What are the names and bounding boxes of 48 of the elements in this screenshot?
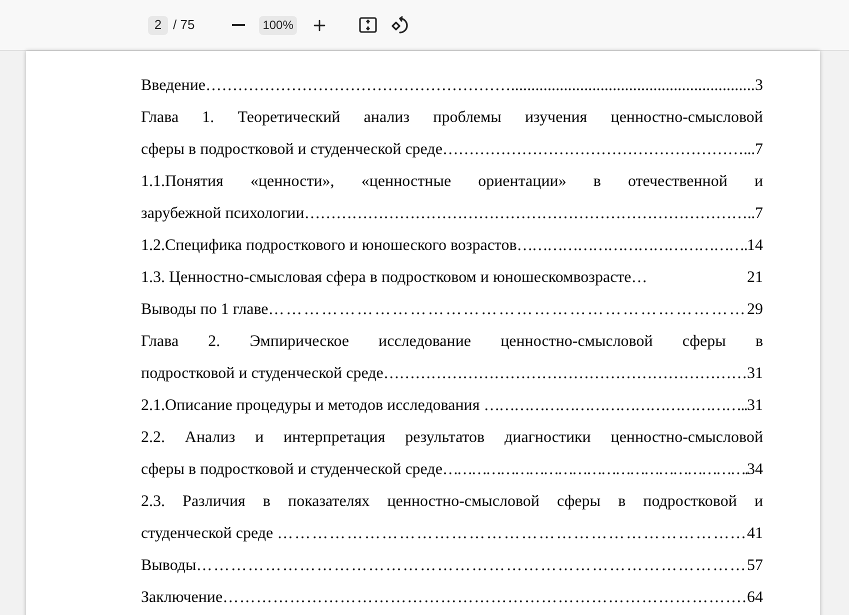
dot-leader: ……………………………………………..	[484, 396, 748, 416]
page-number: 41	[747, 524, 763, 544]
dot-leader: ……………………………………………………………………………………	[196, 556, 747, 576]
toc-entry-title: сферы в подростковой и студенческой среде	[141, 460, 442, 480]
page-number: 64	[747, 588, 763, 608]
fit-page-icon	[359, 17, 378, 33]
page-number: 21	[747, 268, 763, 288]
dot-leader: …………………………………………………...	[442, 140, 756, 160]
toc-entry-line: 2.3. Различия в показателях ценностно-смысловой сферы в подростковой и	[141, 492, 763, 512]
toc-entry-title: Выводы по 1 главе	[141, 300, 268, 320]
page-number-field[interactable]: 2	[148, 16, 168, 34]
page-number: 57	[747, 556, 763, 576]
page-total: / 75	[173, 16, 195, 34]
zoom-level-field[interactable]: 100%	[258, 16, 298, 34]
dot-leader: ……………………………………….	[516, 236, 747, 256]
dot-leader: ……………………………………………………………	[383, 364, 748, 384]
rotate-icon	[391, 16, 410, 34]
dot-leader: …………………………………………………………………………..	[304, 204, 756, 224]
toc-entry-title: Введение	[141, 76, 206, 96]
toc-entry-title: 2.1.Описание процедуры и методов исследования	[141, 396, 481, 416]
toc-entry-title: 1.2.Специфика подросткового и юношеского возрастов	[141, 236, 517, 256]
fit-page-button[interactable]	[357, 14, 380, 36]
toc-entry-title: студенческой среде	[141, 524, 274, 544]
toc-entry-line: 1.1.Понятия «ценности», «ценностные ориентации» в отечественной и	[141, 172, 763, 192]
page-number: 31	[747, 364, 764, 384]
toc-entry-title: Заключение	[141, 588, 223, 608]
page-number: 31	[747, 396, 764, 416]
toc-entry-line: Глава 2. Эмпирическое исследование ценностно-смысловой сферы в	[141, 332, 763, 352]
toc-entry-title: подростковой и студенческой среде	[141, 364, 384, 384]
page-number: 7	[755, 204, 764, 224]
page-number: 34	[747, 460, 764, 480]
dot-leader: ……………………………………………………….	[442, 460, 748, 480]
minus-icon	[232, 24, 246, 26]
toc-entry-title: зарубежной психологии	[141, 204, 304, 224]
toc-entry-title: сферы в подростковой и студенческой среде	[141, 140, 442, 160]
dot-leader: …	[631, 268, 747, 288]
toc-entry-line: 2.2. Анализ и интерпретация результатов диагностики ценностно-смысловой	[141, 428, 763, 448]
page-number: 29	[747, 300, 763, 320]
dot-leader: ……………………………………………………………………...	[277, 524, 747, 544]
dot-leader: ………………………………………………………………………………….	[222, 588, 747, 608]
toc-entry-title: Выводы	[141, 556, 196, 576]
dot-leader: ………………………………………………………………………	[268, 300, 747, 320]
page-number: 3	[755, 76, 763, 96]
dot-leader: …………………………………………………............................................................	[206, 76, 755, 96]
toc-entry-title: 1.3. Ценностно-смысловая сфера в подростковом и юношескомвозрасте	[141, 268, 632, 288]
page-number: 14	[747, 236, 763, 256]
page-number: 7	[755, 140, 764, 160]
toc-entry-line: Глава 1. Теоретический анализ проблемы изучения ценностно-смысловой	[141, 108, 763, 128]
